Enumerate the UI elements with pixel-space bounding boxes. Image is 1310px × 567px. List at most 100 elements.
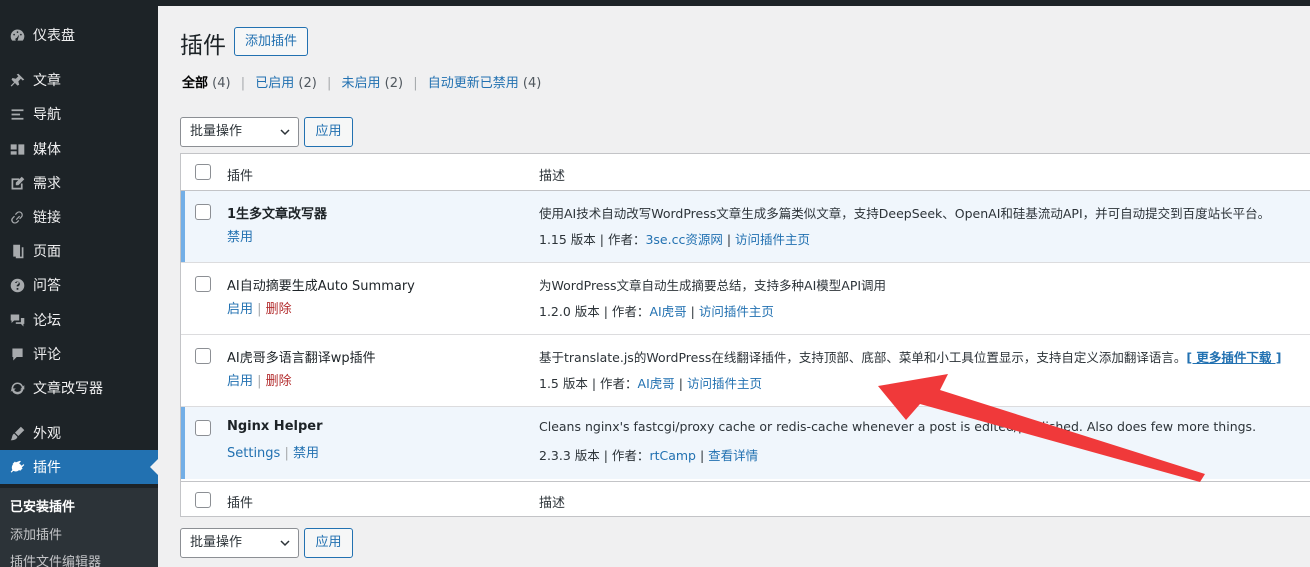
plugin-homepage-link[interactable]: 访问插件主页 bbox=[735, 232, 810, 247]
activate-link[interactable]: 启用 bbox=[227, 374, 253, 389]
brush-icon bbox=[6, 423, 28, 443]
plugin-description: Cleans nginx's fastcgi/proxy cache or re… bbox=[539, 419, 1257, 434]
plugin-description: 使用AI技术自动改写WordPress文章生成多篇类似文章，支持DeepSeek… bbox=[539, 206, 1271, 221]
plugin-description: 基于translate.js的WordPress在线翻译插件，支持顶部、底部、菜… bbox=[539, 350, 1282, 365]
settings-link[interactable]: Settings bbox=[227, 446, 280, 461]
sidebar-item-qa[interactable]: 问答 bbox=[0, 268, 158, 302]
plugin-details-link[interactable]: 查看详情 bbox=[708, 448, 758, 463]
sidebar-item-pages[interactable]: 页面 bbox=[0, 234, 158, 268]
delete-link[interactable]: 删除 bbox=[266, 302, 292, 317]
sidebar-item-media[interactable]: 媒体 bbox=[0, 132, 158, 166]
row-actions: Settings | 禁用 bbox=[227, 446, 319, 461]
sidebar-item-label: 评论 bbox=[33, 347, 61, 363]
sidebar-item-links[interactable]: 链接 bbox=[0, 200, 158, 234]
plugin-description: 为WordPress文章自动生成摘要总结，支持多种AI模型API调用 bbox=[539, 278, 887, 293]
sidebar-item-label: 页面 bbox=[33, 244, 61, 260]
page-icon bbox=[6, 241, 28, 261]
plugin-homepage-link[interactable]: 访问插件主页 bbox=[687, 376, 762, 391]
select-all-checkbox[interactable] bbox=[195, 164, 211, 180]
sidebar-item-label: 文章 bbox=[33, 73, 61, 89]
table-row: 1生多文章改写器 禁用 使用AI技术自动改写WordPress文章生成多篇类似文… bbox=[181, 191, 1310, 263]
delete-link[interactable]: 删除 bbox=[266, 374, 292, 389]
sidebar-item-forum[interactable]: 论坛 bbox=[0, 303, 158, 337]
activate-link[interactable]: 启用 bbox=[227, 302, 253, 317]
select-all-checkbox-bottom[interactable] bbox=[195, 492, 211, 508]
deactivate-link[interactable]: 禁用 bbox=[227, 230, 253, 245]
plugin-icon bbox=[6, 457, 28, 477]
submenu-add-plugin[interactable]: 添加插件 bbox=[10, 524, 62, 543]
author-link[interactable]: 3se.cc资源网 bbox=[645, 232, 722, 247]
link-icon bbox=[6, 207, 28, 227]
more-plugins-link[interactable]: [ 更多插件下载 ] bbox=[1186, 350, 1281, 365]
deactivate-link[interactable]: 禁用 bbox=[293, 446, 319, 461]
sidebar-item-label: 插件 bbox=[33, 460, 61, 476]
filter-all[interactable]: 全部 bbox=[182, 76, 208, 91]
sidebar-item-label: 问答 bbox=[33, 278, 61, 294]
table-header: 插件 描述 bbox=[181, 154, 1310, 191]
column-plugin-bottom[interactable]: 插件 bbox=[227, 492, 253, 511]
submenu-installed-plugins[interactable]: 已安装插件 bbox=[10, 496, 75, 515]
row-checkbox[interactable] bbox=[195, 204, 211, 220]
author-link[interactable]: AI虎哥 bbox=[638, 376, 675, 391]
sidebar-item-appearance[interactable]: 外观 bbox=[0, 416, 158, 450]
author-link[interactable]: rtCamp bbox=[649, 448, 696, 463]
bulk-actions-select-bottom[interactable]: 批量操作 bbox=[180, 528, 299, 558]
sidebar-item-posts[interactable]: 文章 bbox=[0, 63, 158, 97]
status-filters: 全部 (4) | 已启用 (2) | 未启用 (2) | 自动更新已禁用 (4) bbox=[182, 76, 542, 91]
sidebar-item-label: 论坛 bbox=[33, 313, 61, 329]
table-footer: 插件 描述 bbox=[181, 481, 1310, 518]
plugin-homepage-link[interactable]: 访问插件主页 bbox=[699, 304, 774, 319]
author-link[interactable]: AI虎哥 bbox=[649, 304, 686, 319]
row-actions: 禁用 bbox=[227, 226, 253, 245]
column-description-bottom: 描述 bbox=[539, 496, 566, 511]
plugin-meta: 1.2.0 版本 | 作者：AI虎哥 | 访问插件主页 bbox=[539, 304, 774, 319]
plugin-name: Nginx Helper bbox=[227, 419, 323, 434]
row-checkbox[interactable] bbox=[195, 348, 211, 364]
add-plugin-button[interactable]: 添加插件 bbox=[234, 27, 309, 56]
plugin-meta: 1.5 版本 | 作者：AI虎哥 | 访问插件主页 bbox=[539, 376, 762, 391]
sidebar-item-dashboard[interactable]: 仪表盘 bbox=[0, 18, 158, 52]
chevron-down-icon bbox=[280, 129, 290, 136]
table-row: AI虎哥多语言翻译wp插件 启用 | 删除 基于translate.js的Wor… bbox=[181, 335, 1310, 407]
sidebar-item-plugins[interactable]: 插件 bbox=[0, 450, 158, 484]
submenu-plugin-editor[interactable]: 插件文件编辑器 bbox=[10, 551, 101, 567]
plugin-meta: 2.3.3 版本 | 作者：rtCamp | 查看详情 bbox=[539, 448, 759, 463]
sidebar-item-label: 仪表盘 bbox=[33, 28, 75, 44]
admin-sidebar: 仪表盘 文章 导航 媒体 需求 链接 页面 问答 论坛 评论 文章改写器 外观 … bbox=[0, 6, 158, 567]
row-checkbox[interactable] bbox=[195, 276, 211, 292]
filter-count: (4) bbox=[522, 76, 542, 91]
chevron-down-icon bbox=[280, 540, 290, 547]
plugin-name: AI虎哥多语言翻译wp插件 bbox=[227, 351, 376, 366]
column-plugin[interactable]: 插件 bbox=[227, 165, 253, 184]
edit-icon bbox=[6, 173, 28, 193]
sidebar-item-label: 文章改写器 bbox=[33, 381, 103, 397]
apply-button-top[interactable]: 应用 bbox=[304, 117, 353, 147]
question-icon bbox=[6, 275, 28, 295]
media-icon bbox=[6, 139, 28, 159]
row-actions: 启用 | 删除 bbox=[227, 374, 292, 389]
sidebar-item-navigation[interactable]: 导航 bbox=[0, 97, 158, 131]
apply-button-bottom[interactable]: 应用 bbox=[304, 528, 353, 558]
forum-icon bbox=[6, 310, 28, 330]
refresh-icon bbox=[6, 378, 28, 398]
row-checkbox[interactable] bbox=[195, 420, 211, 436]
row-actions: 启用 | 删除 bbox=[227, 302, 292, 317]
plugins-table: 插件 描述 1生多文章改写器 禁用 使用AI技术自动改写WordPress文章生… bbox=[180, 153, 1310, 517]
plugin-name: 1生多文章改写器 bbox=[227, 207, 328, 222]
sidebar-item-label: 导航 bbox=[33, 107, 61, 123]
dashboard-icon bbox=[6, 25, 28, 45]
filter-active[interactable]: 已启用 bbox=[255, 76, 294, 91]
bulk-actions-select-top[interactable]: 批量操作 bbox=[180, 117, 299, 147]
sidebar-item-requirements[interactable]: 需求 bbox=[0, 166, 158, 200]
filter-count: (4) bbox=[212, 76, 231, 91]
filter-inactive[interactable]: 未启用 bbox=[342, 76, 381, 91]
sidebar-item-label: 需求 bbox=[33, 176, 61, 192]
pin-icon bbox=[6, 70, 28, 90]
comment-icon bbox=[6, 344, 28, 364]
table-row: AI自动摘要生成Auto Summary 启用 | 删除 为WordPress文… bbox=[181, 263, 1310, 335]
filter-auto-update-disabled[interactable]: 自动更新已禁用 bbox=[428, 76, 519, 91]
sidebar-item-comments[interactable]: 评论 bbox=[0, 337, 158, 371]
sidebar-item-rewriter[interactable]: 文章改写器 bbox=[0, 371, 158, 405]
plugin-name: AI自动摘要生成Auto Summary bbox=[227, 279, 415, 294]
column-description: 描述 bbox=[539, 169, 566, 184]
